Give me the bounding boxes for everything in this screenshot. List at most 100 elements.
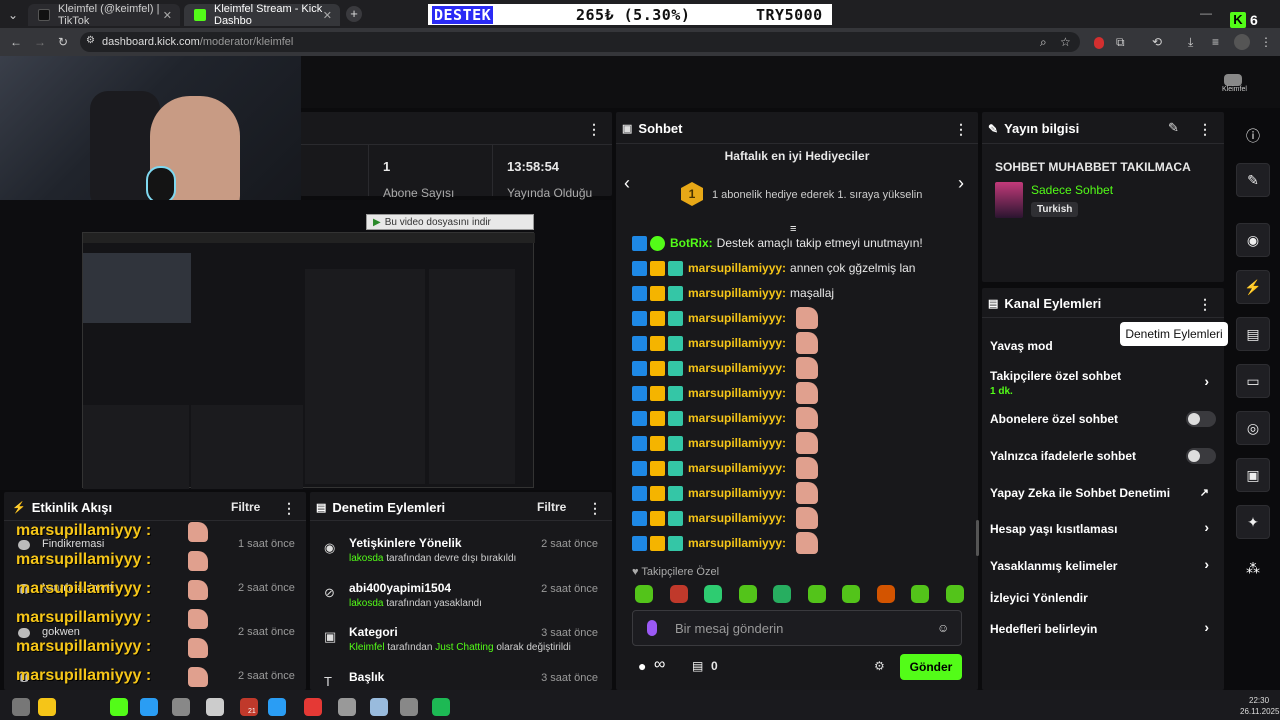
- video-button[interactable]: ▣: [1236, 458, 1270, 492]
- emote-icon[interactable]: [635, 585, 653, 603]
- followers-only-row[interactable]: Takipçilere özel sohbet 1 dk. ›: [990, 369, 1215, 399]
- tools-button[interactable]: ✦: [1236, 505, 1270, 539]
- start-icon[interactable]: [12, 698, 30, 716]
- chrome-menu-icon[interactable]: ⋮: [1260, 35, 1272, 49]
- info-icon[interactable]: ⓘ: [1246, 126, 1260, 146]
- chat-username[interactable]: marsupillamiyyy:: [688, 461, 786, 475]
- chat-username[interactable]: marsupillamiyyy:: [688, 286, 786, 300]
- reload-icon[interactable]: ↻: [58, 35, 68, 49]
- emote-icon[interactable]: [911, 585, 929, 603]
- chat-username[interactable]: marsupillamiyyy:: [688, 436, 786, 450]
- emote-icon[interactable]: [945, 585, 964, 603]
- chat-username[interactable]: marsupillamiyyy:: [688, 336, 786, 350]
- profile-avatar[interactable]: [1234, 34, 1250, 50]
- ai-moderation-row[interactable]: Yapay Zeka ile Sohbet Denetimi ↗: [990, 486, 1215, 500]
- moderator-badge-icon: [632, 285, 647, 301]
- explorer-icon[interactable]: [110, 698, 128, 716]
- gifters-prev-icon[interactable]: ‹: [624, 173, 630, 194]
- obs-icon[interactable]: [338, 698, 356, 716]
- mod-actions-button[interactable]: ▤: [1236, 317, 1270, 351]
- chat-username[interactable]: marsupillamiyyy:: [688, 361, 786, 375]
- spotify-icon[interactable]: [432, 698, 450, 716]
- more-dots-icon[interactable]: ⁂: [1246, 560, 1260, 577]
- category-link[interactable]: Sadece Sohbet: [1031, 183, 1113, 197]
- chat-menu-icon[interactable]: ⋮: [954, 121, 968, 138]
- chat-button[interactable]: ▭: [1236, 364, 1270, 398]
- subscribers-only-row[interactable]: Abonelere özel sohbet: [990, 412, 1215, 426]
- search-icon[interactable]: [38, 698, 56, 716]
- site-info-icon[interactable]: ⚙: [86, 35, 95, 46]
- tab-tiktok[interactable]: Kleimfel (@keimfel) | TikTok ✕: [28, 3, 180, 27]
- bot-name[interactable]: BotRix:: [670, 236, 713, 250]
- zoom-icon[interactable]: ⌕: [1040, 35, 1047, 50]
- app-icon[interactable]: [370, 698, 388, 716]
- bookmark-star-icon[interactable]: ☆: [1060, 35, 1071, 49]
- emote-icon[interactable]: [738, 585, 757, 603]
- widgets-icon[interactable]: [140, 698, 158, 716]
- app-icon[interactable]: [400, 698, 418, 716]
- activity-menu-icon[interactable]: ⋮: [282, 500, 296, 517]
- category-thumbnail[interactable]: [995, 182, 1023, 218]
- history-icon[interactable]: ⟲: [1152, 35, 1162, 49]
- send-button[interactable]: Gönder: [900, 654, 962, 680]
- tab-kick-dashboard[interactable]: Kleimfel Stream - Kick Dashbo ✕: [184, 3, 340, 27]
- tab-search-icon[interactable]: ⌄: [8, 8, 18, 22]
- chat-username[interactable]: marsupillamiyyy:: [688, 536, 786, 550]
- account-age-row[interactable]: Hesap yaşı kısıtlaması ›: [990, 519, 1215, 536]
- chat-input[interactable]: Bir mesaj gönderin ☺: [632, 610, 962, 646]
- new-tab-button[interactable]: +: [346, 6, 362, 22]
- chat-username[interactable]: marsupillamiyyy:: [688, 486, 786, 500]
- quick-actions-button[interactable]: ⚡: [1236, 270, 1270, 304]
- goals-row[interactable]: Hedefleri belirleyin ›: [990, 619, 1215, 636]
- chat-username[interactable]: marsupillamiyyy:: [688, 511, 786, 525]
- download-icon[interactable]: ⤓: [1188, 35, 1193, 50]
- close-icon[interactable]: ✕: [163, 9, 172, 22]
- subscribers-only-toggle[interactable]: [1186, 411, 1216, 427]
- chrome-icon[interactable]: [304, 698, 322, 716]
- gamepad-icon[interactable]: [1224, 74, 1242, 86]
- emote-icon[interactable]: [807, 585, 826, 603]
- banned-words-row[interactable]: Yasaklanmış kelimeler ›: [990, 556, 1215, 573]
- emote-icon[interactable]: [669, 585, 688, 603]
- emote-icon[interactable]: [704, 585, 722, 603]
- mic-icon[interactable]: [647, 620, 657, 636]
- telegram-icon[interactable]: [268, 698, 286, 716]
- moderation-filter-button[interactable]: Filtre: [537, 500, 566, 514]
- chat-username[interactable]: marsupillamiyyy:: [688, 311, 786, 325]
- gifters-next-icon[interactable]: ›: [958, 173, 964, 194]
- minimize-icon[interactable]: —: [1200, 6, 1212, 20]
- emote-icon[interactable]: [876, 585, 895, 603]
- raid-row[interactable]: İzleyici Yönlendir: [990, 591, 1215, 605]
- stream-info-menu-icon[interactable]: ⋮: [1198, 121, 1212, 138]
- extension-icon[interactable]: [1094, 37, 1104, 49]
- url-field[interactable]: dashboard.kick.com/moderator/kleimfel: [80, 32, 1080, 52]
- broadcast-button[interactable]: ◎: [1236, 411, 1270, 445]
- chat-scrollbar[interactable]: [976, 520, 979, 556]
- emote-icon[interactable]: [773, 585, 791, 603]
- back-icon[interactable]: ←: [10, 35, 22, 49]
- app-icon[interactable]: [206, 698, 224, 716]
- chat-settings-icon[interactable]: ⚙: [874, 659, 885, 673]
- emote-icon[interactable]: [842, 585, 860, 603]
- download-video-bar[interactable]: ▶ Bu video dosyasını indir: [366, 214, 534, 230]
- chat-username[interactable]: marsupillamiyyy:: [688, 261, 786, 275]
- edit-stream-button[interactable]: ✎: [1236, 163, 1270, 197]
- emote-only-toggle[interactable]: [1186, 448, 1216, 464]
- edit-icon[interactable]: ✎: [1168, 120, 1179, 136]
- close-icon[interactable]: ✕: [323, 9, 332, 22]
- activity-filter-button[interactable]: Filtre: [231, 500, 260, 514]
- forward-icon[interactable]: →: [34, 35, 46, 49]
- stats-menu-icon[interactable]: ⋮: [587, 121, 601, 138]
- extensions-puzzle-icon[interactable]: ⧉: [1116, 35, 1125, 50]
- clip-button[interactable]: ◉: [1236, 223, 1270, 257]
- moderation-menu-icon[interactable]: ⋮: [588, 500, 602, 517]
- app-icon[interactable]: [172, 698, 190, 716]
- chat-username[interactable]: marsupillamiyyy:: [688, 411, 786, 425]
- points-icon[interactable]: ●: [638, 658, 646, 674]
- channel-actions-menu-icon[interactable]: ⋮: [1198, 296, 1212, 313]
- emote-only-row[interactable]: Yalnızca ifadelerle sohbet: [990, 449, 1215, 463]
- gift-icon[interactable]: ▤: [692, 659, 703, 673]
- reading-list-icon[interactable]: ≡: [1212, 35, 1219, 49]
- chat-username[interactable]: marsupillamiyyy:: [688, 386, 786, 400]
- emoji-icon[interactable]: ☺: [937, 621, 949, 635]
